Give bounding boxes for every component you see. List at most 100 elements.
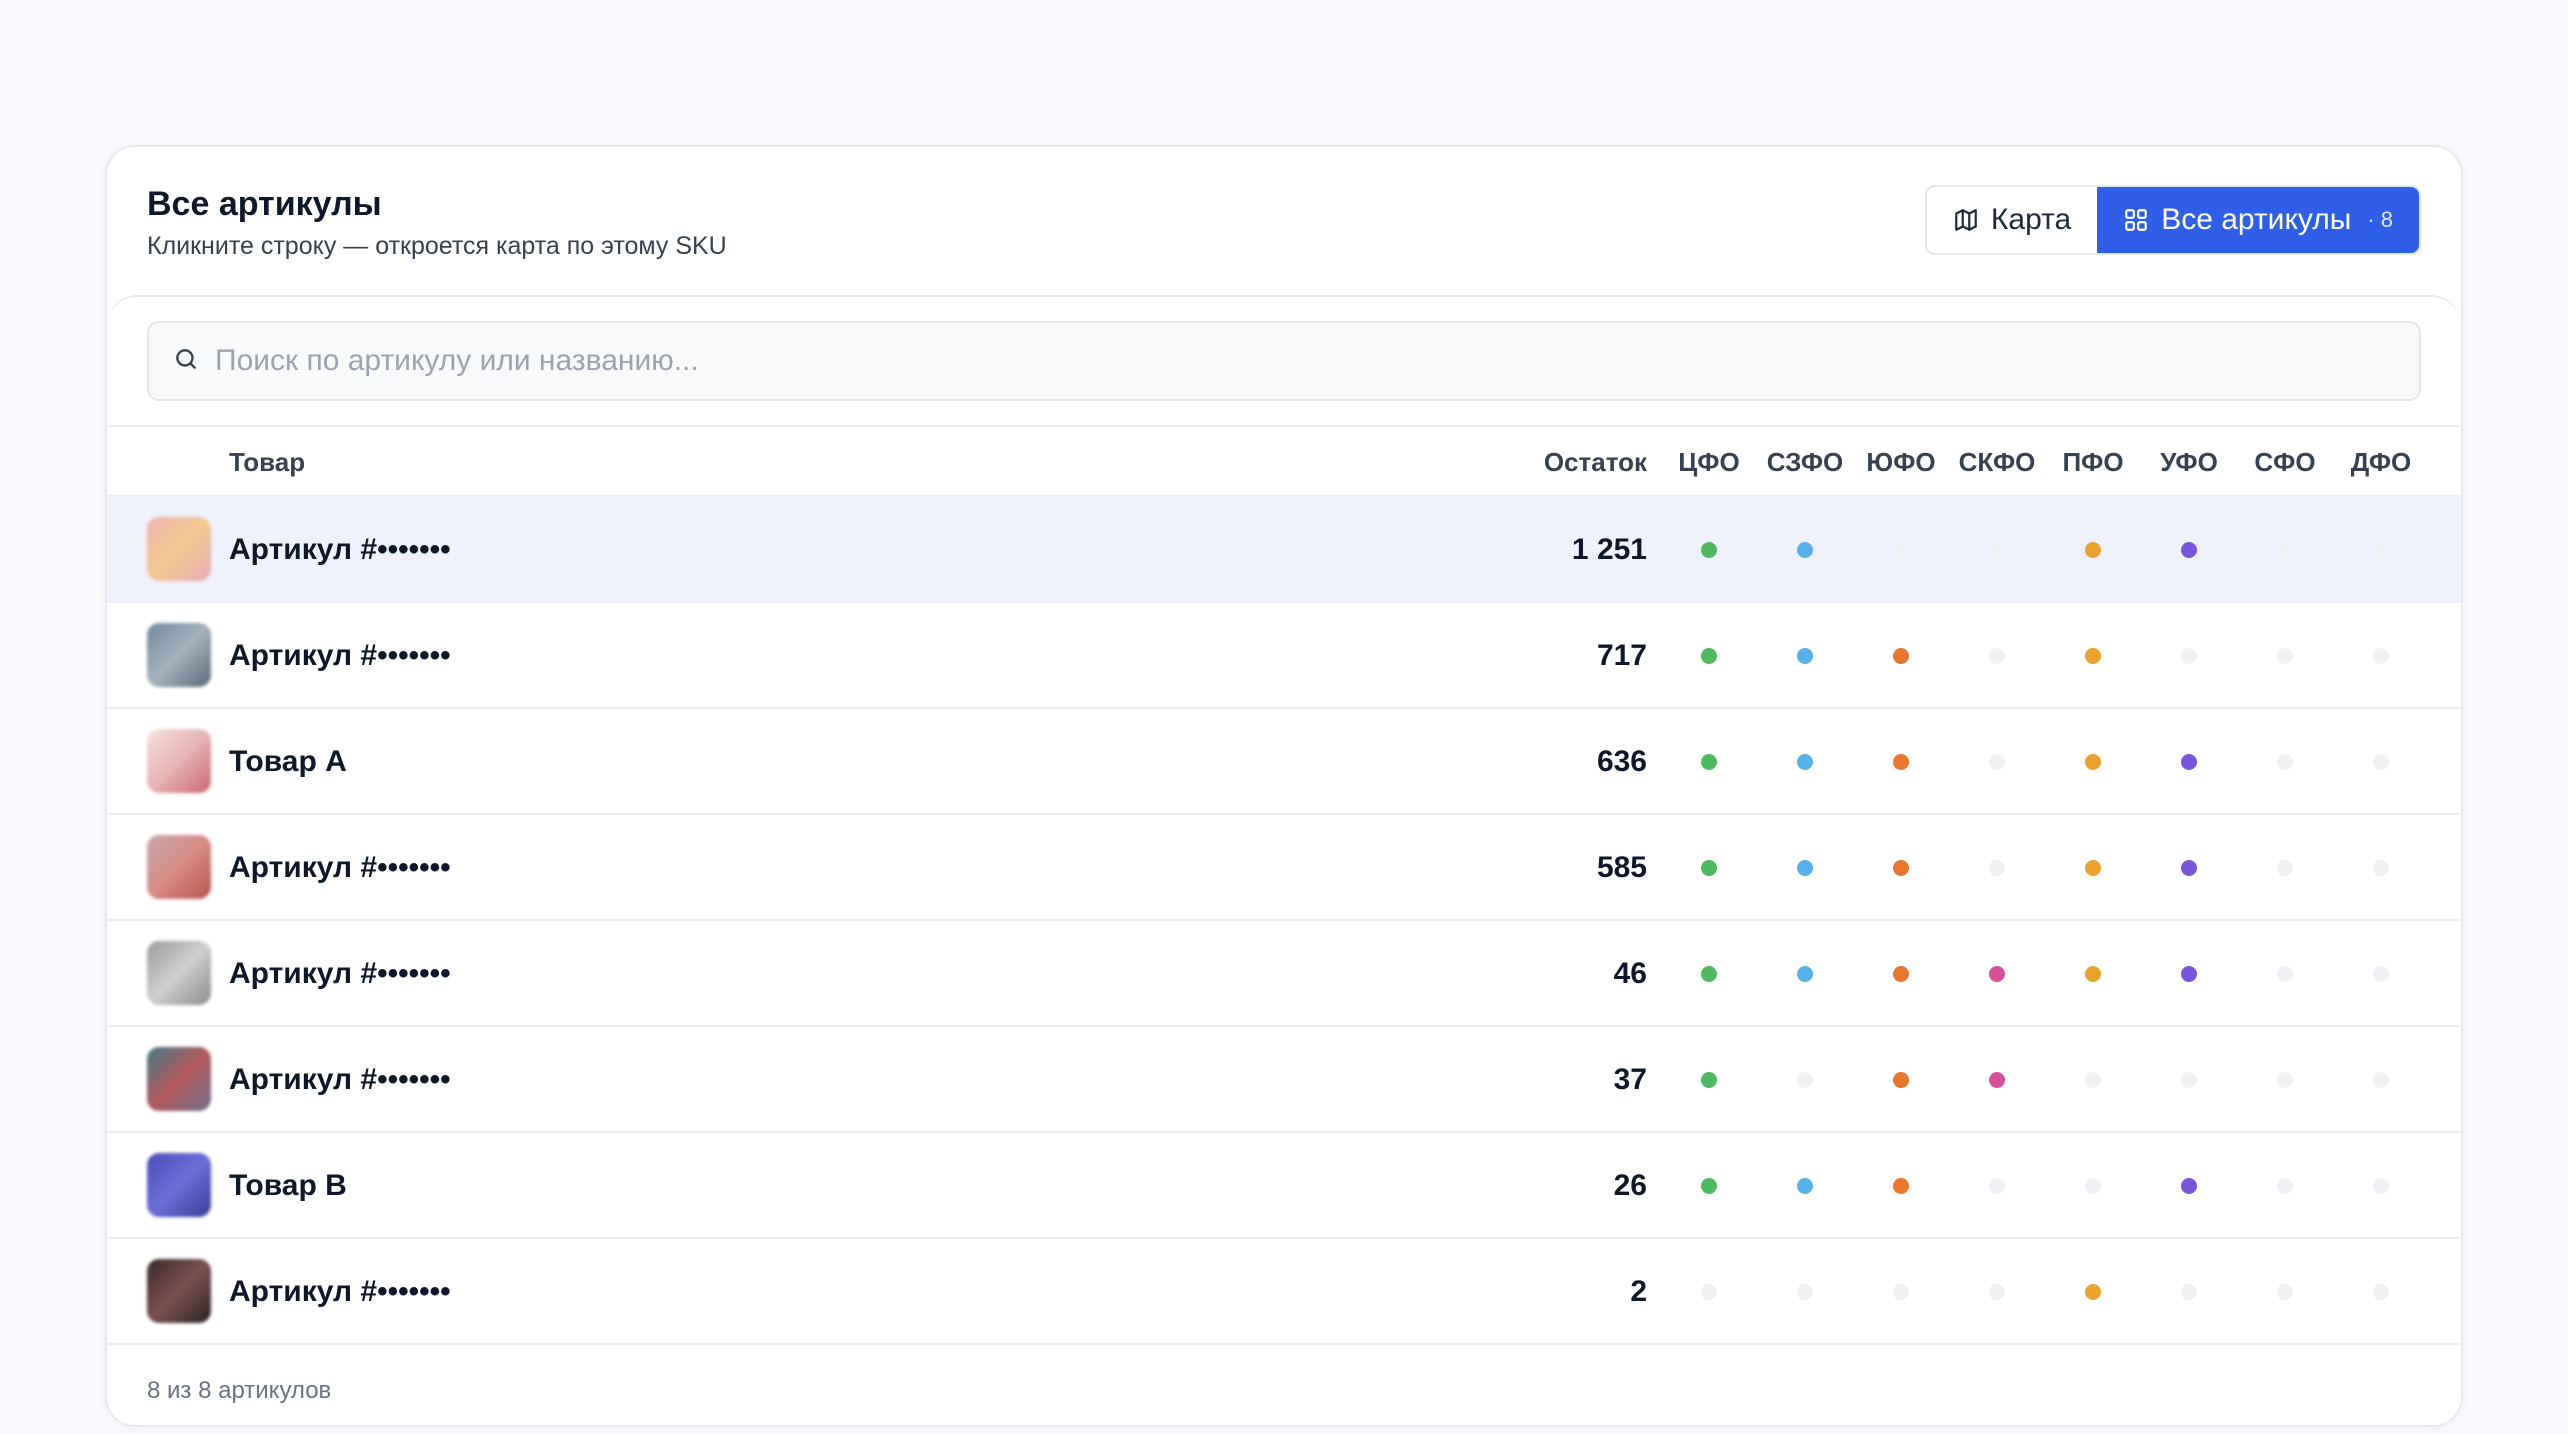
region-indicator-szfo-active	[1797, 966, 1813, 982]
region-indicator-dfo-inactive	[2373, 1284, 2389, 1300]
view-toggle: Карта Все артикулы · 8	[1924, 185, 2421, 255]
product-thumbnail	[147, 623, 211, 687]
stock-value: 636	[1596, 745, 1647, 778]
table-row[interactable]: Артикул #••••••• 37	[107, 1027, 2461, 1133]
region-indicator-pfo-inactive	[2085, 1178, 2101, 1194]
table-row[interactable]: Товар B 26	[107, 1133, 2461, 1239]
region-indicator-sfo-inactive	[2277, 966, 2293, 982]
region-indicator-skfo-inactive	[1989, 1284, 2005, 1300]
product-thumbnail	[147, 1047, 211, 1111]
column-header-region-sfo: СФО	[2254, 447, 2316, 477]
region-indicator-cfo-active	[1701, 648, 1717, 664]
region-indicator-dfo-inactive	[2373, 754, 2389, 770]
region-indicator-sfo-inactive	[2277, 1284, 2293, 1300]
region-indicator-cfo-active	[1701, 860, 1717, 876]
column-header-region-skfo: СКФО	[1958, 447, 2036, 477]
region-indicator-yufo-active	[1893, 754, 1909, 770]
table-row[interactable]: Товар А 636	[107, 709, 2461, 815]
all-articles-panel: Все артикулы Кликните строку — откроется…	[105, 145, 2463, 1427]
panel-title: Все артикулы	[147, 185, 382, 223]
region-indicator-ufo-inactive	[2181, 1284, 2197, 1300]
map-view-button[interactable]: Карта	[1926, 187, 2098, 253]
all-articles-view-button[interactable]: Все артикулы · 8	[2097, 187, 2419, 253]
region-indicator-skfo-inactive	[1989, 542, 2005, 558]
product-name: Артикул #•••••••	[229, 639, 451, 672]
region-indicator-ufo-active	[2181, 860, 2197, 876]
stock-value: 26	[1613, 1169, 1647, 1202]
map-view-label: Карта	[1990, 203, 2072, 236]
region-indicator-pfo-active	[2085, 754, 2101, 770]
region-indicator-sfo-inactive	[2277, 542, 2293, 558]
region-indicator-ufo-active	[2181, 754, 2197, 770]
region-indicator-sfo-inactive	[2277, 648, 2293, 664]
region-indicator-cfo-active	[1701, 966, 1717, 982]
region-indicator-cfo-active	[1701, 1178, 1717, 1194]
region-indicator-cfo-active	[1701, 754, 1717, 770]
region-indicator-sfo-inactive	[2277, 860, 2293, 876]
column-header-region-pfo: ПФО	[2062, 447, 2124, 477]
table-row[interactable]: Артикул #••••••• 585	[107, 815, 2461, 921]
region-indicator-cfo-inactive	[1701, 1284, 1717, 1300]
product-name: Товар А	[229, 745, 347, 778]
region-indicator-dfo-inactive	[2373, 648, 2389, 664]
table-footer-summary: 8 из 8 артикулов	[147, 1377, 332, 1404]
region-indicator-dfo-inactive	[2373, 1178, 2389, 1194]
region-indicator-yufo-active	[1893, 1178, 1909, 1194]
region-indicator-pfo-active	[2085, 542, 2101, 558]
region-indicator-sfo-inactive	[2277, 1178, 2293, 1194]
region-indicator-szfo-inactive	[1797, 1072, 1813, 1088]
column-header-region-dfo: ДФО	[2350, 447, 2412, 477]
region-indicator-szfo-active	[1797, 542, 1813, 558]
region-indicator-cfo-active	[1701, 1072, 1717, 1088]
region-indicator-skfo-inactive	[1989, 860, 2005, 876]
region-indicator-yufo-active	[1893, 966, 1909, 982]
region-indicator-yufo-inactive	[1893, 542, 1909, 558]
table-row[interactable]: Артикул #••••••• 717	[107, 603, 2461, 709]
region-indicator-ufo-active	[2181, 542, 2197, 558]
product-name: Артикул #•••••••	[229, 957, 451, 990]
region-indicator-dfo-inactive	[2373, 860, 2389, 876]
all-articles-count-badge: · 8	[2367, 207, 2393, 232]
region-indicator-pfo-active	[2085, 1284, 2101, 1300]
region-indicator-yufo-active	[1893, 1072, 1909, 1088]
grid-icon	[2123, 207, 2149, 233]
region-indicator-szfo-active	[1797, 648, 1813, 664]
product-name: Артикул #•••••••	[229, 1063, 451, 1096]
table-row[interactable]: Артикул #••••••• 46	[107, 921, 2461, 1027]
panel-header: Все артикулы Кликните строку — откроется…	[107, 147, 2461, 297]
search-input[interactable]	[215, 344, 2419, 378]
region-indicator-ufo-active	[2181, 1178, 2197, 1194]
product-thumbnail	[147, 729, 211, 793]
region-indicator-szfo-active	[1797, 1178, 1813, 1194]
table-row[interactable]: Артикул #••••••• 1 251	[107, 497, 2461, 603]
search-icon	[173, 346, 199, 377]
stock-value: 717	[1596, 639, 1647, 672]
region-indicator-dfo-inactive	[2373, 542, 2389, 558]
stock-value: 46	[1613, 957, 1647, 990]
region-indicator-ufo-inactive	[2181, 648, 2197, 664]
region-indicator-yufo-active	[1893, 860, 1909, 876]
region-indicator-yufo-inactive	[1893, 1284, 1909, 1300]
articles-table-section: Товар Остаток ЦФО СЗФО ЮФО СКФО ПФО УФО СФО ДФО…	[107, 295, 2461, 1425]
product-thumbnail	[147, 1153, 211, 1217]
column-header-region-szfo: СЗФО	[1766, 447, 1844, 477]
region-indicator-szfo-inactive	[1797, 1284, 1813, 1300]
product-name: Артикул #•••••••	[229, 851, 451, 884]
region-indicator-skfo-active	[1989, 966, 2005, 982]
column-header-product: Товар	[229, 447, 306, 477]
product-name: Артикул #•••••••	[229, 533, 451, 566]
stock-value: 2	[1630, 1275, 1647, 1308]
table-row[interactable]: Артикул #••••••• 2	[107, 1239, 2461, 1345]
region-indicator-dfo-inactive	[2373, 966, 2389, 982]
region-indicator-skfo-inactive	[1989, 648, 2005, 664]
all-articles-view-label: Все артикулы	[2161, 203, 2352, 236]
region-indicator-sfo-inactive	[2277, 1072, 2293, 1088]
region-indicator-ufo-inactive	[2181, 1072, 2197, 1088]
region-indicator-skfo-active	[1989, 1072, 2005, 1088]
stock-value: 585	[1596, 851, 1647, 884]
region-indicator-dfo-inactive	[2373, 1072, 2389, 1088]
product-thumbnail	[147, 517, 211, 581]
region-indicator-pfo-inactive	[2085, 1072, 2101, 1088]
product-thumbnail	[147, 835, 211, 899]
map-icon	[1953, 207, 1979, 233]
